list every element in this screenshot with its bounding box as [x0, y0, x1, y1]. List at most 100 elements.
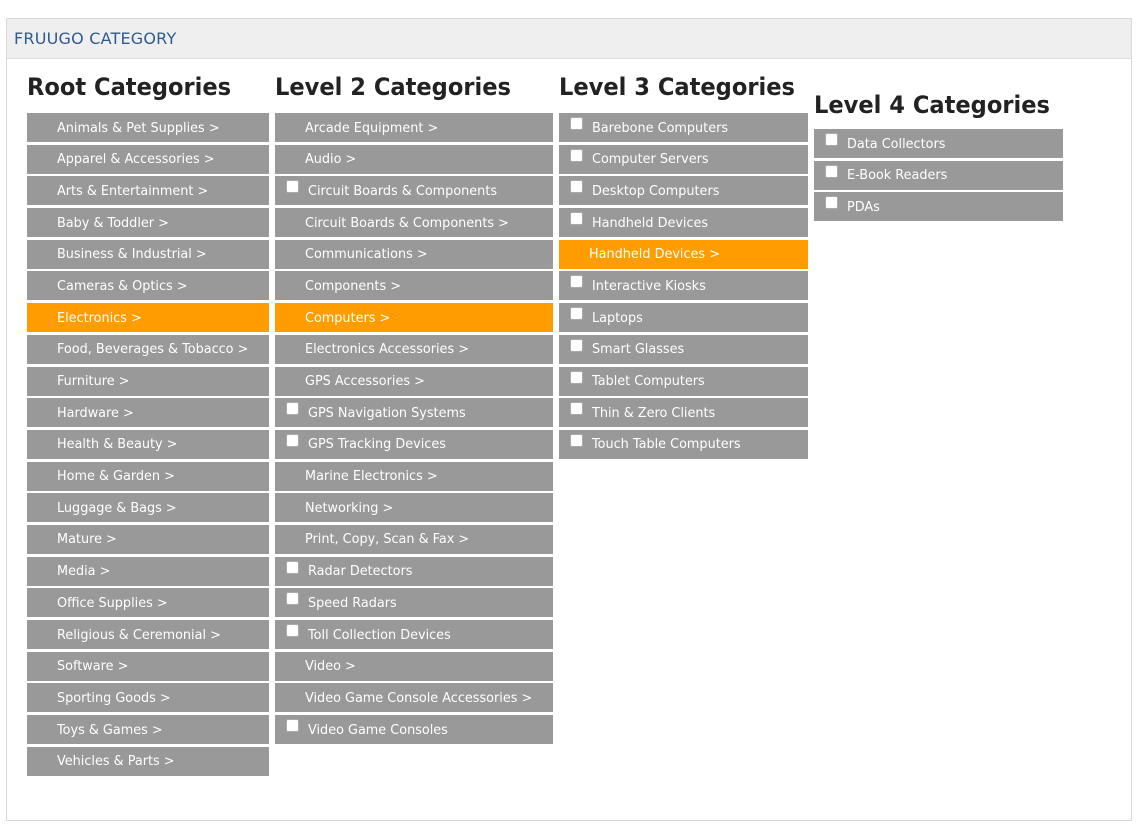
category-label: Sporting Goods > — [57, 689, 171, 706]
category-checkbox-item[interactable]: Video Game Consoles — [275, 715, 553, 745]
category-label: E-Book Readers — [847, 167, 948, 184]
category-link-item[interactable]: Video Game Console Accessories > — [275, 683, 553, 713]
category-checkbox[interactable] — [825, 196, 838, 210]
category-link-item[interactable]: Hardware > — [27, 398, 269, 428]
category-link-item[interactable]: Business & Industrial > — [27, 239, 269, 269]
category-label: Mature > — [57, 531, 117, 548]
category-label: Laptops — [592, 309, 643, 326]
category-label: GPS Tracking Devices — [308, 436, 446, 453]
category-checkbox-item[interactable]: Speed Radars — [275, 588, 553, 618]
category-link-item[interactable]: Home & Garden > — [27, 461, 269, 491]
level2-categories-heading: Level 2 Categories — [275, 73, 511, 101]
category-link-item[interactable]: Circuit Boards & Components > — [275, 208, 553, 238]
category-label: Handheld Devices > — [589, 246, 720, 263]
category-checkbox-item[interactable]: Tablet Computers — [559, 366, 808, 396]
category-label: Arcade Equipment > — [305, 119, 439, 136]
category-checkbox-item[interactable]: Computer Servers — [559, 144, 808, 174]
category-link-item[interactable]: Food, Beverages & Tobacco > — [27, 334, 269, 364]
category-link-item[interactable]: Toys & Games > — [27, 715, 269, 745]
category-link-item[interactable]: Components > — [275, 271, 553, 301]
category-checkbox-item[interactable]: Touch Table Computers — [559, 429, 808, 459]
category-label: Tablet Computers — [592, 373, 705, 389]
category-checkbox-item[interactable]: Radar Detectors — [275, 556, 553, 586]
category-label: Arts & Entertainment > — [57, 182, 209, 199]
category-link-item[interactable]: Furniture > — [27, 366, 269, 396]
category-link-item[interactable]: Print, Copy, Scan & Fax > — [275, 524, 553, 554]
category-link-item[interactable]: Sporting Goods > — [27, 683, 269, 713]
category-checkbox[interactable] — [570, 307, 583, 321]
category-label: GPS Navigation Systems — [308, 404, 466, 421]
category-checkbox-item[interactable]: Toll Collection Devices — [275, 620, 553, 649]
category-checkbox[interactable] — [570, 117, 583, 130]
category-link-item[interactable]: Religious & Ceremonial > — [27, 620, 269, 649]
category-checkbox[interactable] — [570, 433, 583, 447]
category-checkbox[interactable] — [570, 275, 583, 289]
category-link-item[interactable]: Audio > — [275, 144, 553, 174]
category-checkbox[interactable] — [286, 592, 299, 606]
category-checkbox-item[interactable]: GPS Tracking Devices — [275, 429, 553, 459]
category-link-item[interactable]: Video > — [275, 651, 553, 681]
category-checkbox[interactable] — [286, 560, 299, 574]
category-link-item[interactable]: Arcade Equipment > — [275, 113, 553, 142]
category-checkbox[interactable] — [570, 402, 583, 416]
category-link-item[interactable]: Apparel & Accessories > — [27, 144, 269, 174]
category-checkbox-item[interactable]: Desktop Computers — [559, 176, 808, 206]
category-link-item[interactable]: Marine Electronics > — [275, 461, 553, 491]
category-checkbox[interactable] — [286, 624, 299, 637]
category-link-item[interactable]: Media > — [27, 556, 269, 586]
category-link-item[interactable]: GPS Accessories > — [275, 366, 553, 396]
category-checkbox-item[interactable]: Laptops — [559, 303, 808, 333]
category-checkbox-item[interactable]: Thin & Zero Clients — [559, 398, 808, 428]
category-label: Thin & Zero Clients — [592, 404, 716, 421]
category-checkbox[interactable] — [570, 338, 583, 352]
category-checkbox-item[interactable]: PDAs — [814, 192, 1063, 222]
category-checkbox-item[interactable]: Interactive Kiosks — [559, 271, 808, 301]
category-checkbox[interactable] — [825, 133, 838, 146]
category-link-item[interactable]: Mature > — [27, 524, 269, 554]
category-link-item[interactable]: Office Supplies > — [27, 588, 269, 618]
fruugo-category-panel: FRUUGO CATEGORY Root Categories Animals … — [6, 18, 1132, 821]
category-checkbox[interactable] — [286, 719, 299, 733]
category-label: Networking > — [305, 499, 394, 516]
category-checkbox-item[interactable]: Barebone Computers — [559, 113, 808, 142]
category-label: Business & Industrial > — [57, 246, 207, 263]
category-checkbox[interactable] — [570, 370, 583, 384]
category-link-item[interactable]: Cameras & Optics > — [27, 271, 269, 301]
category-checkbox-item[interactable]: GPS Navigation Systems — [275, 398, 553, 428]
category-link-item[interactable]: Arts & Entertainment > — [27, 176, 269, 206]
category-label: Marine Electronics > — [305, 468, 438, 485]
category-checkbox-item[interactable]: E-Book Readers — [814, 160, 1063, 190]
category-checkbox[interactable] — [570, 180, 583, 194]
category-checkbox[interactable] — [286, 402, 299, 416]
category-link-item[interactable]: Electronics > — [27, 303, 269, 333]
category-link-item[interactable]: Handheld Devices > — [559, 239, 808, 269]
category-label: Video Game Console Accessories > — [305, 689, 533, 706]
category-checkbox-item[interactable]: Handheld Devices — [559, 208, 808, 238]
category-link-item[interactable]: Baby & Toddler > — [27, 208, 269, 238]
category-checkbox[interactable] — [570, 148, 583, 162]
category-label: Components > — [305, 277, 401, 294]
category-label: Data Collectors — [847, 135, 946, 152]
category-checkbox[interactable] — [825, 164, 838, 178]
category-link-item[interactable]: Electronics Accessories > — [275, 334, 553, 364]
category-link-item[interactable]: Luggage & Bags > — [27, 493, 269, 523]
category-label: Software > — [57, 658, 129, 675]
category-label: Home & Garden > — [57, 468, 175, 485]
category-link-item[interactable]: Health & Beauty > — [27, 429, 269, 459]
category-checkbox-item[interactable]: Circuit Boards & Components — [275, 176, 553, 206]
category-link-item[interactable]: Vehicles & Parts > — [27, 746, 269, 776]
category-label: Video > — [305, 658, 356, 675]
category-link-item[interactable]: Software > — [27, 651, 269, 681]
category-checkbox[interactable] — [570, 212, 583, 226]
category-link-item[interactable]: Networking > — [275, 493, 553, 523]
category-link-item[interactable]: Animals & Pet Supplies > — [27, 113, 269, 142]
category-checkbox[interactable] — [286, 180, 299, 194]
category-checkbox-item[interactable]: Data Collectors — [814, 129, 1063, 158]
level3-categories-heading: Level 3 Categories — [559, 73, 795, 101]
category-link-item[interactable]: Computers > — [275, 303, 553, 333]
panel-title: FRUUGO CATEGORY — [14, 29, 177, 48]
category-label: GPS Accessories > — [305, 373, 425, 389]
category-link-item[interactable]: Communications > — [275, 239, 553, 269]
category-checkbox[interactable] — [286, 433, 299, 447]
category-checkbox-item[interactable]: Smart Glasses — [559, 334, 808, 364]
